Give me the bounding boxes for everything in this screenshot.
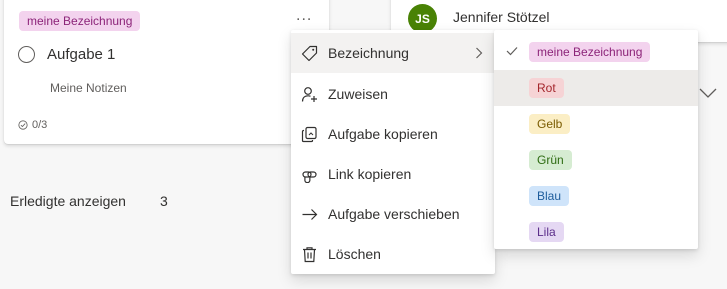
menu-item-aufgabe-verschieben[interactable]: Aufgabe verschieben — [291, 194, 495, 234]
menu-item-label: Löschen — [328, 246, 381, 262]
chevron-right-icon — [476, 47, 483, 59]
copy-icon — [300, 125, 318, 143]
menu-item-link-kopieren[interactable]: Link kopieren — [291, 154, 495, 194]
label-chip: meine Bezeichnung — [529, 42, 651, 62]
menu-item-label: Aufgabe kopieren — [328, 126, 438, 142]
trash-icon — [300, 245, 318, 263]
task-notes: Meine Notizen — [50, 81, 127, 95]
checklist-count: 0/3 — [32, 119, 48, 131]
label-submenu: meine Bezeichnung Rot Gelb Grün Blau Lil… — [494, 30, 698, 249]
completed-count: 3 — [160, 193, 168, 209]
label-chip: Lila — [529, 222, 564, 242]
arrow-right-icon — [300, 205, 318, 223]
label-option-meine-bezeichnung[interactable]: meine Bezeichnung — [494, 34, 698, 70]
more-options-button[interactable]: ... — [296, 8, 312, 24]
link-icon — [300, 165, 318, 183]
menu-item-label: Bezeichnung — [328, 45, 409, 61]
menu-item-loeschen[interactable]: Löschen — [291, 234, 495, 274]
task-row: Aufgabe 1 — [18, 46, 115, 63]
label-option-gelb[interactable]: Gelb — [494, 106, 698, 142]
menu-item-zuweisen[interactable]: Zuweisen — [291, 74, 495, 114]
menu-item-aufgabe-kopieren[interactable]: Aufgabe kopieren — [291, 114, 495, 154]
label-chip: Gelb — [529, 114, 571, 134]
show-completed-button[interactable]: Erledigte anzeigen — [10, 193, 126, 209]
assignee-name: Jennifer Stötzel — [453, 9, 550, 25]
complete-task-checkbox[interactable] — [18, 46, 35, 63]
task-card[interactable]: meine Bezeichnung ... Aufgabe 1 Meine No… — [4, 0, 329, 144]
checklist-icon — [18, 120, 28, 130]
menu-item-label: Aufgabe verschieben — [328, 206, 460, 222]
task-label-chip: meine Bezeichnung — [19, 11, 141, 31]
checkmark-icon — [506, 47, 518, 56]
menu-item-label: Zuweisen — [328, 86, 388, 102]
label-option-lila[interactable]: Lila — [494, 214, 698, 250]
menu-item-label: Link kopieren — [328, 166, 412, 182]
person-add-icon — [300, 85, 318, 103]
label-option-rot[interactable]: Rot — [494, 70, 698, 106]
label-chip: Blau — [529, 186, 570, 206]
avatar: JS — [408, 4, 437, 33]
menu-item-bezeichnung[interactable]: Bezeichnung — [291, 33, 495, 73]
label-chip: Rot — [529, 78, 564, 98]
label-chip: Grün — [529, 150, 572, 170]
label-option-gruen[interactable]: Grün — [494, 142, 698, 178]
checklist-progress: 0/3 — [18, 119, 47, 131]
tag-icon — [300, 44, 318, 62]
context-menu: Bezeichnung Zuweisen Aufgabe kopieren Li… — [291, 30, 495, 274]
task-title[interactable]: Aufgabe 1 — [47, 46, 115, 63]
chevron-down-icon[interactable] — [699, 88, 717, 98]
label-option-blau[interactable]: Blau — [494, 178, 698, 214]
